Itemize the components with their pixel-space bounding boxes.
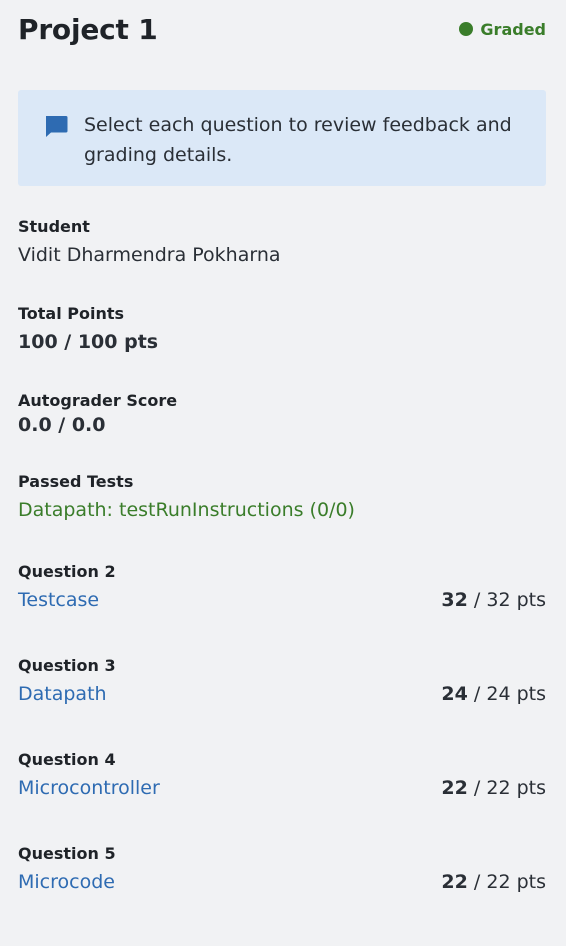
status-label: Graded [480, 19, 546, 39]
question-label: Question 5 [18, 844, 116, 863]
question-link-microcode[interactable]: Microcode [18, 871, 115, 893]
question-link-microcontroller[interactable]: Microcontroller [18, 777, 160, 799]
question-label: Question 3 [18, 656, 116, 675]
comment-icon [46, 116, 68, 137]
question-block: Question 2 Testcase 32 / 32 pts [18, 562, 546, 611]
question-link-testcase[interactable]: Testcase [18, 589, 99, 611]
status-badge: Graded [459, 20, 546, 39]
score-earned: 22 [441, 871, 468, 893]
question-score: 32 / 32 pts [441, 589, 546, 611]
passed-test-item: Datapath: testRunInstructions (0/0) [18, 499, 355, 521]
submission-summary-panel: Project 1 Graded Select each question to… [18, 0, 546, 893]
score-max: / 22 pts [473, 871, 546, 893]
student-name: Vidit Dharmendra Pokharna [18, 244, 281, 266]
passed-tests-label: Passed Tests [18, 472, 134, 491]
question-label: Question 2 [18, 562, 116, 581]
info-callout: Select each question to review feedback … [18, 90, 546, 186]
status-dot-icon [459, 22, 474, 36]
score-earned: 32 [441, 589, 468, 611]
student-label: Student [18, 217, 90, 236]
question-block: Question 4 Microcontroller 22 / 22 pts [18, 750, 546, 799]
autograder-label: Autograder Score [18, 391, 178, 410]
callout-message: Select each question to review feedback … [84, 114, 512, 166]
score-earned: 24 [441, 683, 468, 705]
header: Project 1 Graded [18, 0, 546, 58]
total-points-section: Total Points 100 / 100 pts [18, 304, 546, 353]
question-score: 22 / 22 pts [441, 871, 546, 893]
question-score: 22 / 22 pts [441, 777, 546, 799]
passed-tests-section: Passed Tests Datapath: testRunInstructio… [18, 472, 546, 521]
score-max: / 32 pts [473, 589, 546, 611]
page-title: Project 1 [18, 12, 158, 46]
question-block: Question 5 Microcode 22 / 22 pts [18, 844, 546, 893]
question-block: Question 3 Datapath 24 / 24 pts [18, 656, 546, 705]
total-points-value: 100 / 100 pts [18, 331, 159, 353]
autograder-section: Autograder Score 0.0 / 0.0 [18, 391, 546, 436]
question-score: 24 / 24 pts [441, 683, 546, 705]
question-label: Question 4 [18, 750, 116, 769]
score-max: / 22 pts [473, 777, 546, 799]
autograder-value: 0.0 / 0.0 [18, 414, 106, 436]
student-section: Student Vidit Dharmendra Pokharna [18, 217, 546, 266]
total-points-label: Total Points [18, 304, 125, 323]
score-earned: 22 [441, 777, 468, 799]
score-max: / 24 pts [473, 683, 546, 705]
question-link-datapath[interactable]: Datapath [18, 683, 107, 705]
